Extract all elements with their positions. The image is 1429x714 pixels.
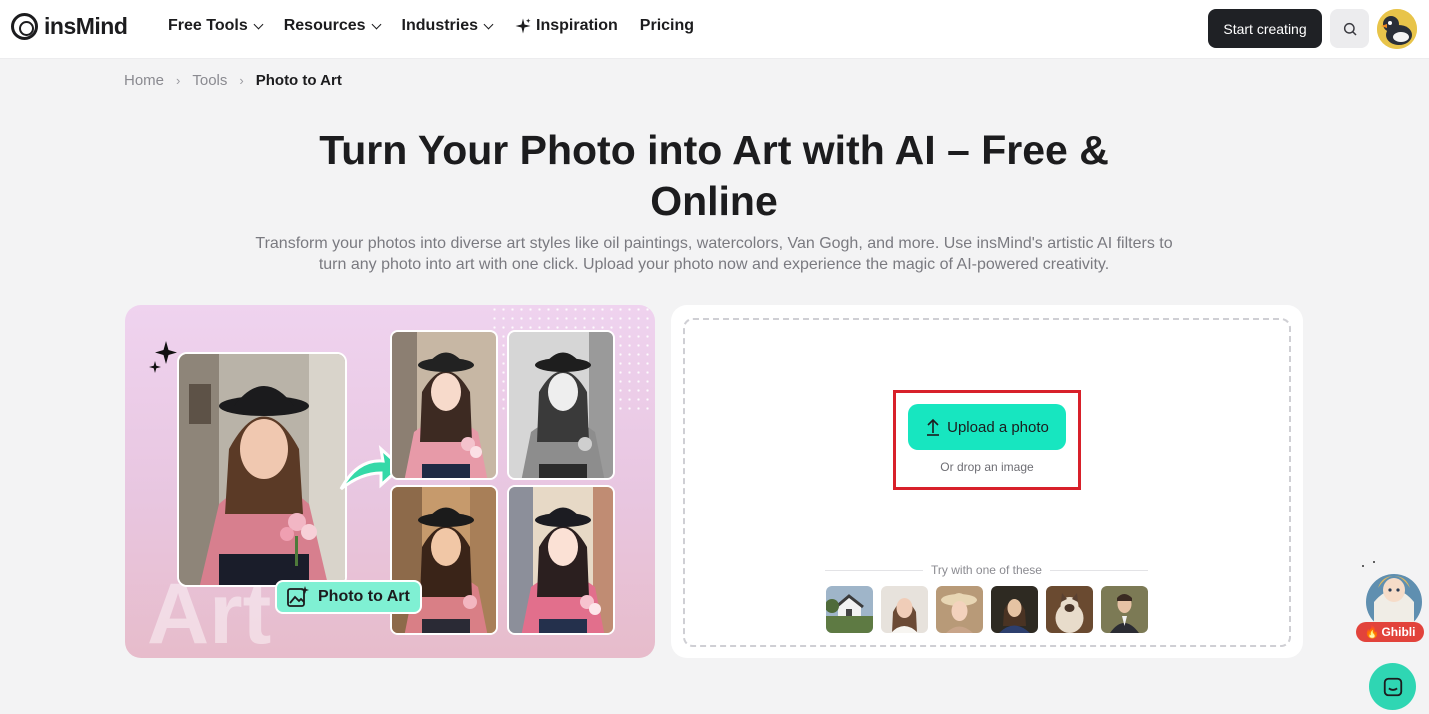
sample-man-suit[interactable] [1101, 586, 1148, 633]
upload-photo-button[interactable]: Upload a photo [908, 404, 1066, 450]
sample-images [826, 586, 1148, 633]
portrait-woman-photo [179, 354, 345, 585]
breadcrumb-home[interactable]: Home [124, 72, 164, 89]
search-button[interactable] [1330, 9, 1369, 48]
duck-avatar-icon [1377, 9, 1417, 49]
photo-to-art-tag: Photo to Art [275, 580, 422, 614]
top-header: insMind Free Tools Resources Industries … [0, 0, 1429, 59]
drop-hint: Or drop an image [940, 460, 1034, 474]
nav-pricing[interactable]: Pricing [640, 17, 694, 35]
upload-icon [927, 418, 940, 436]
nav-inspiration[interactable]: Inspiration [514, 17, 618, 35]
chevron-right-icon: › [239, 73, 244, 88]
ghibli-promo[interactable]: 🔥 Ghibli [1354, 558, 1429, 644]
chevron-right-icon: › [176, 73, 181, 88]
original-photo [177, 352, 347, 587]
sample-girl-hat[interactable] [936, 586, 983, 633]
logo-mark-icon [11, 13, 38, 40]
sample-cat[interactable] [1046, 586, 1093, 633]
sample-house[interactable] [826, 586, 873, 633]
upload-photo-label: Upload a photo [947, 418, 1049, 436]
breadcrumb-current: Photo to Art [255, 72, 342, 89]
chevron-down-icon [483, 19, 494, 29]
breadcrumb: Home › Tools › Photo to Art [124, 72, 342, 89]
nav-inspiration-label: Inspiration [536, 17, 618, 34]
start-creating-button[interactable]: Start creating [1208, 9, 1322, 48]
chevron-down-icon [371, 19, 381, 29]
nav-resources[interactable]: Resources [283, 17, 381, 35]
art-result-pink [390, 330, 498, 480]
fire-icon: 🔥 [1364, 625, 1380, 639]
art-result-sketch [507, 330, 615, 480]
image-sparkle-icon [287, 586, 309, 607]
chevron-down-icon [253, 19, 264, 29]
chat-icon [1383, 677, 1402, 696]
divider [1049, 569, 1149, 571]
sample-painting-woman[interactable] [991, 586, 1038, 633]
sparkle-stars-icon [149, 341, 177, 373]
try-samples-label: Try with one of these [825, 563, 1149, 577]
nav-resources-label: Resources [283, 17, 366, 34]
nav-industries-label: Industries [401, 17, 479, 34]
logo-text: insMind [44, 13, 128, 39]
nav-free-tools-label: Free Tools [168, 17, 248, 34]
user-avatar[interactable] [1377, 9, 1417, 49]
ghibli-label: Ghibli [1381, 625, 1416, 639]
sparkle-icon [515, 18, 531, 34]
try-samples-text: Try with one of these [931, 563, 1042, 577]
nav-industries[interactable]: Industries [401, 17, 494, 35]
logo[interactable]: insMind [11, 13, 128, 40]
ghibli-character-icon [1362, 561, 1422, 630]
page-title: Turn Your Photo into Art with AI – Free … [319, 127, 1109, 224]
chat-button[interactable] [1369, 663, 1416, 710]
ghibli-badge: 🔥 Ghibli [1356, 622, 1424, 642]
page-subtitle: Transform your photos into diverse art s… [255, 235, 1173, 273]
main-nav: Free Tools Resources Industries Inspirat… [168, 17, 694, 35]
breadcrumb-tools[interactable]: Tools [192, 72, 227, 89]
sample-woman-portrait[interactable] [881, 586, 928, 633]
showcase-image: Art Photo to Art [125, 305, 655, 658]
divider [825, 569, 924, 571]
tag-label: Photo to Art [318, 588, 410, 605]
nav-free-tools[interactable]: Free Tools [168, 17, 264, 35]
nav-pricing-label: Pricing [639, 17, 695, 34]
art-result-anime [507, 485, 615, 635]
search-icon [1343, 22, 1357, 36]
